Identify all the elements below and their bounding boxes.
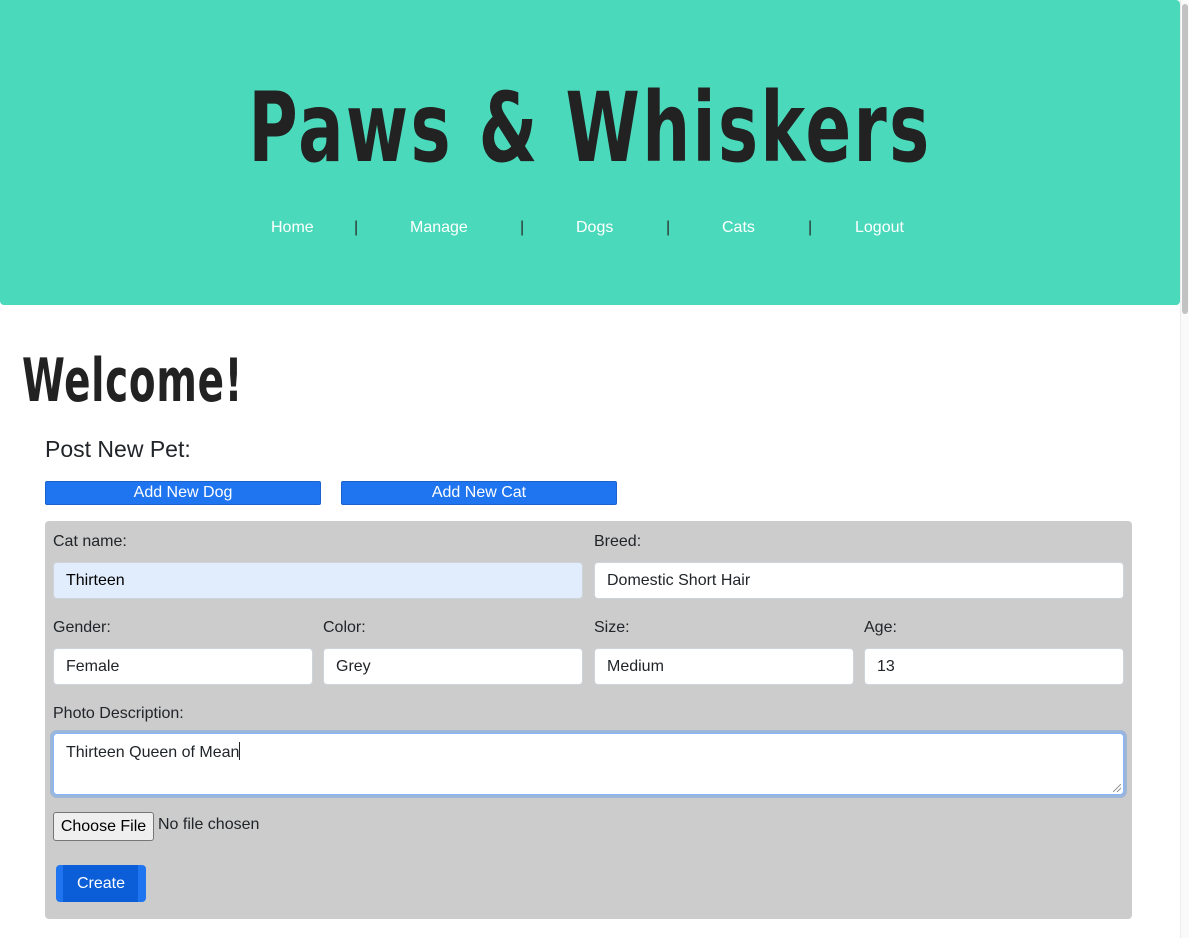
age-label: Age: (864, 619, 897, 636)
file-status-text: No file chosen (158, 816, 260, 833)
create-button[interactable]: Create (56, 865, 146, 902)
size-input[interactable]: Medium (594, 648, 854, 685)
nav-separator: | (666, 219, 671, 236)
photo-description-text: Thirteen Queen of Mean (66, 744, 240, 761)
photo-description-textarea[interactable]: Thirteen Queen of Mean (53, 733, 1124, 795)
add-new-dog-button[interactable]: Add New Dog (45, 481, 321, 505)
site-header: Paws & Whiskers Home | Manage | Dogs | C… (0, 0, 1180, 305)
add-new-cat-button[interactable]: Add New Cat (341, 481, 617, 505)
nav-manage-link[interactable]: Manage (410, 219, 468, 237)
color-input[interactable]: Grey (323, 648, 583, 685)
choose-file-button[interactable]: Choose File (53, 812, 154, 841)
create-button-label: Create (76, 875, 126, 892)
cat-name-input[interactable]: Thirteen (53, 562, 583, 599)
nav-separator: | (520, 219, 525, 236)
photo-description-label: Photo Description: (53, 705, 184, 722)
color-label: Color: (323, 619, 366, 636)
resize-handle-icon[interactable] (1113, 784, 1121, 792)
size-label: Size: (594, 619, 630, 636)
nav-home-link[interactable]: Home (271, 219, 314, 237)
nav-logout-link[interactable]: Logout (855, 219, 904, 237)
nav-separator: | (808, 219, 813, 236)
post-new-pet-heading: Post New Pet: (45, 436, 191, 462)
breed-input[interactable]: Domestic Short Hair (594, 562, 1124, 599)
gender-label: Gender: (53, 619, 111, 636)
site-title: Paws & Whiskers (248, 72, 932, 184)
main-nav: Home | Manage | Dogs | Cats | Logout (0, 219, 1180, 241)
welcome-heading: Welcome! (22, 346, 244, 416)
gender-input[interactable]: Female (53, 648, 313, 685)
nav-dogs-link[interactable]: Dogs (576, 219, 613, 237)
breed-label: Breed: (594, 533, 642, 550)
cat-name-label: Cat name: (53, 533, 127, 550)
scrollbar-thumb[interactable] (1182, 4, 1188, 314)
age-input[interactable]: 13 (864, 648, 1124, 685)
text-caret (239, 742, 241, 760)
nav-cats-link[interactable]: Cats (722, 219, 755, 237)
nav-separator: | (354, 219, 359, 236)
